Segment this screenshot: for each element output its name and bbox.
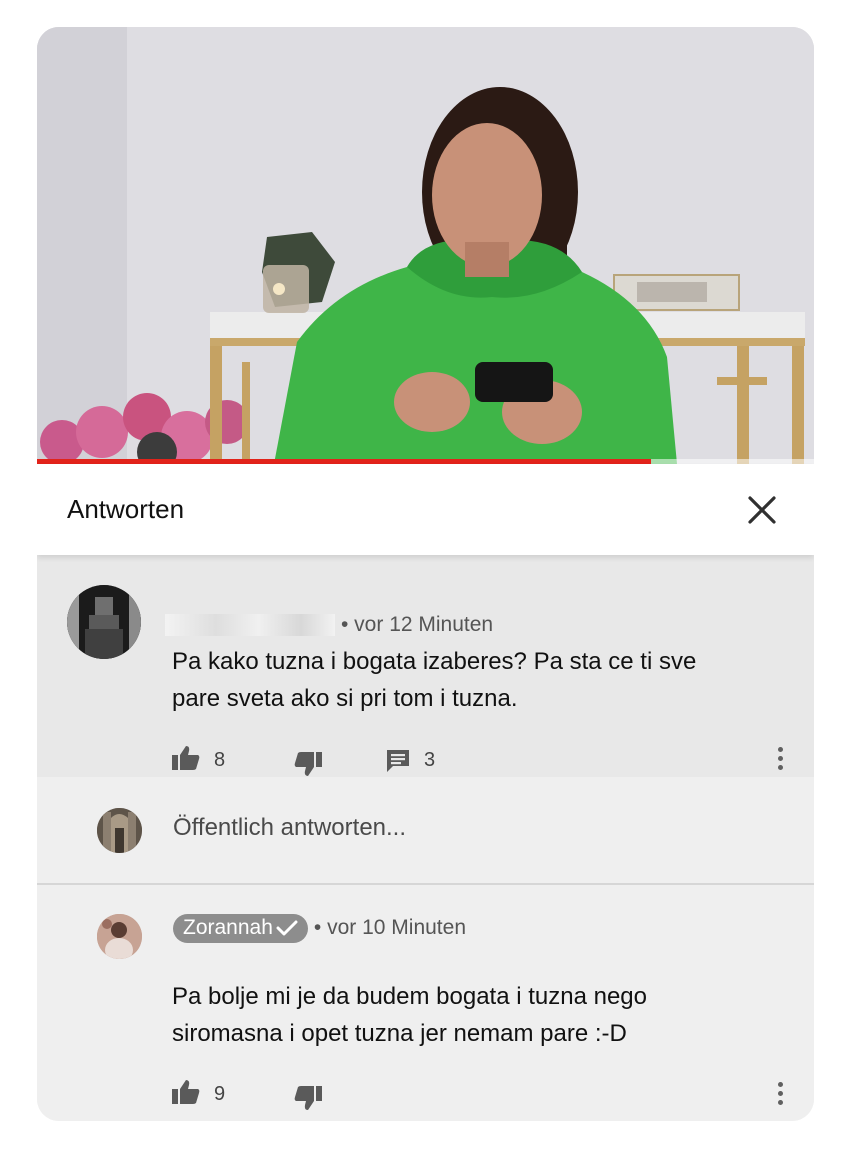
thumbs-up-icon	[172, 1080, 200, 1104]
author-name: Zorannah	[183, 916, 273, 939]
comment-text: Pa bolje mi je da budem bogata i tuzna n…	[172, 978, 752, 1052]
reply-comment: Zorannah • vor 10 Minuten Pa bolje mi je …	[37, 885, 814, 1121]
current-user-avatar[interactable]	[97, 808, 142, 853]
comment-text-line: siromasna i opet tuzna jer nemam pare :-…	[172, 1020, 627, 1047]
comment-timestamp: • vor 10 Minuten	[313, 916, 467, 940]
public-reply-input[interactable]	[173, 814, 573, 842]
more-options-button[interactable]	[773, 747, 787, 775]
thumbs-down-icon	[294, 1086, 322, 1110]
page-title: Antworten	[67, 494, 185, 524]
profile-photo-image	[97, 914, 142, 959]
comment-text-line: pare sveta ako si pri tom i tuzna.	[172, 685, 518, 712]
author-chip[interactable]: Zorannah	[173, 914, 308, 943]
more-options-button[interactable]	[773, 1082, 787, 1110]
author-name-hidden[interactable]	[165, 614, 335, 637]
avatar[interactable]	[67, 585, 141, 659]
reply-count: 3	[424, 749, 436, 771]
comment-icon	[387, 750, 409, 772]
like-button[interactable]	[171, 1079, 201, 1110]
like-count: 8	[214, 749, 226, 771]
comment-text: Pa kako tuzna i bogata izaberes? Pa sta …	[172, 643, 752, 717]
close-icon	[748, 496, 776, 524]
comment-timestamp: • vor 12 Minuten	[341, 613, 494, 636]
reply-count-button[interactable]	[385, 748, 411, 779]
like-button[interactable]	[171, 745, 201, 776]
comment-text-line: Pa kako tuzna i bogata izaberes? Pa sta …	[172, 648, 697, 675]
pixelated-avatar-image	[67, 585, 141, 659]
like-count: 9	[214, 1083, 226, 1105]
cathedral-avatar-image	[97, 808, 142, 853]
more-dots-icon	[777, 747, 783, 752]
verified-check-icon	[276, 920, 298, 936]
avatar[interactable]	[97, 914, 142, 959]
reply-composer	[37, 777, 814, 885]
close-button[interactable]	[742, 490, 782, 530]
comment-text-line: Pa bolje mi je da budem bogata i tuzna n…	[172, 983, 647, 1010]
dislike-button[interactable]	[293, 1085, 323, 1116]
replies-header: Antworten	[37, 464, 814, 555]
parent-comment: • vor 12 Minuten Pa kako tuzna i bogata …	[37, 555, 814, 777]
thumbs-up-icon	[172, 746, 200, 770]
thumbs-down-icon	[294, 752, 322, 776]
more-dots-icon	[777, 1082, 783, 1087]
video-frame-image	[37, 27, 814, 464]
video-player[interactable]	[37, 27, 814, 464]
comment-replies-panel: Antworten • vor 12 Minuten Pa kako tuzna…	[37, 27, 814, 1121]
